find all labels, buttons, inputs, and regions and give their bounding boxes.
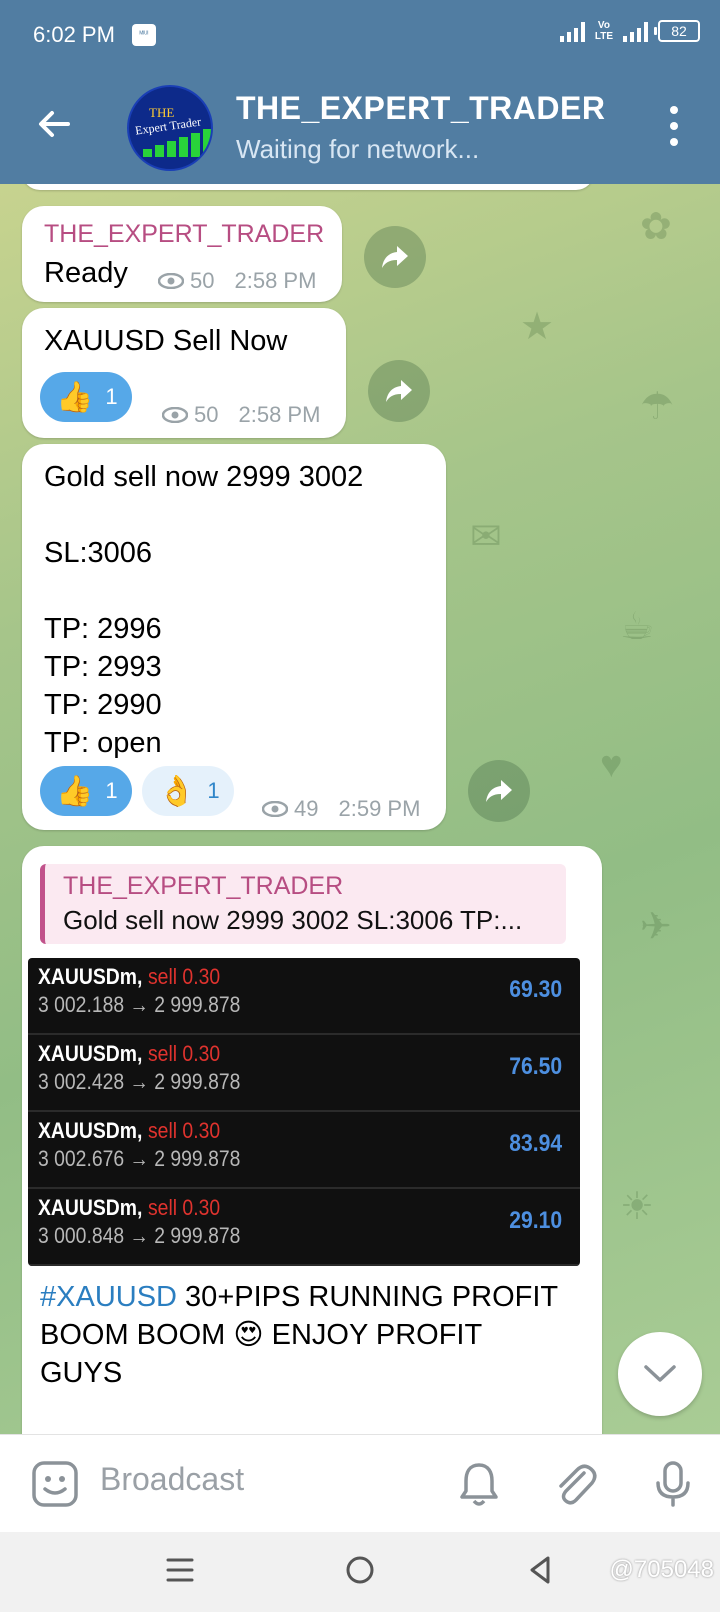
message-bubble-previous[interactable] <box>22 184 594 190</box>
view-count: 49 <box>294 796 319 821</box>
message-text: XAUUSD Sell Now <box>44 325 288 357</box>
message-meta: 50 2:58 PM <box>158 268 316 294</box>
message-sender[interactable]: THE_EXPERT_TRADER <box>44 220 324 249</box>
message-input[interactable]: Broadcast <box>100 1461 244 1498</box>
forward-icon <box>386 380 412 402</box>
wallpaper-doodle: ✈ <box>640 906 672 948</box>
forward-icon <box>382 246 408 268</box>
back-arrow-icon[interactable] <box>34 104 74 144</box>
trade-row: XAUUSDm, sell 0.30 3 002.188 → 2 999.878… <box>28 958 580 1035</box>
trade-prices: 3 000.848 → 2 999.878 <box>38 1223 241 1248</box>
watermark: @705048 <box>609 1556 714 1583</box>
trade-side: sell 0.30 <box>148 1118 221 1143</box>
forward-button[interactable] <box>364 226 426 288</box>
view-count: 50 <box>190 268 215 293</box>
reaction-ok-hand[interactable]: 👌 1 <box>142 766 234 816</box>
trade-symbol: XAUUSDm, <box>38 1041 143 1066</box>
scroll-down-button[interactable] <box>618 1332 702 1416</box>
reply-quote[interactable]: THE_EXPERT_TRADER Gold sell now 2999 300… <box>40 864 566 944</box>
sticker-icon[interactable] <box>28 1457 82 1511</box>
more-menu-icon[interactable] <box>668 106 680 146</box>
reaction-thumbs-up[interactable]: 👍 1 <box>40 372 132 422</box>
trades-screenshot[interactable]: XAUUSDm, sell 0.30 3 002.188 → 2 999.878… <box>28 958 580 1266</box>
message-bubble[interactable]: XAUUSD Sell Now 👍 1 50 2:58 PM <box>22 308 346 438</box>
wallpaper-doodle: ✿ <box>640 206 672 248</box>
signal-icon-2 <box>623 20 648 42</box>
trade-symbol: XAUUSDm, <box>38 1195 143 1220</box>
chat-area[interactable]: ✿ ★ ☂ ✉ ☕ ♥ ✈ ☀ THE_EXPERT_TRADER Ready … <box>0 184 720 1434</box>
recents-icon[interactable] <box>164 1554 196 1586</box>
trade-side: sell 0.30 <box>148 1195 221 1220</box>
trade-side: sell 0.30 <box>148 1041 221 1066</box>
battery-icon: 82 <box>654 20 700 42</box>
forward-button[interactable] <box>468 760 530 822</box>
forward-button[interactable] <box>368 360 430 422</box>
reaction-count: 1 <box>207 778 220 803</box>
trade-symbol: XAUUSDm, <box>38 964 143 989</box>
message-time: 2:59 PM <box>338 796 421 821</box>
status-icons: Vo LTE 82 <box>559 20 700 42</box>
signal-icon <box>559 20 585 42</box>
system-nav-bar: @705048 <box>0 1532 720 1612</box>
wallpaper-doodle: ☕ <box>620 606 655 648</box>
trade-pnl: 83.94 <box>509 1130 562 1157</box>
reaction-thumbs-up[interactable]: 👍 1 <box>40 766 132 816</box>
message-meta: 49 2:59 PM <box>262 796 420 822</box>
trade-row: XAUUSDm, sell 0.30 3 002.428 → 2 999.878… <box>28 1035 580 1112</box>
reaction-count: 1 <box>105 384 118 409</box>
message-bubble[interactable]: THE_EXPERT_TRADER Ready 50 2:58 PM <box>22 206 342 302</box>
composer-bar: Broadcast <box>0 1434 720 1532</box>
trade-side: sell 0.30 <box>148 964 221 989</box>
reaction-count: 1 <box>105 778 118 803</box>
trade-prices: 3 002.428 → 2 999.878 <box>38 1069 241 1094</box>
hashtag-link[interactable]: #XAUUSD <box>40 1281 177 1313</box>
avatar-bars-icon <box>143 129 211 157</box>
trade-pnl: 69.30 <box>509 976 562 1003</box>
views-eye-icon <box>158 273 184 289</box>
message-text: Gold sell now 2999 3002 SL:3006 TP: 2996… <box>44 461 364 759</box>
trade-pnl: 29.10 <box>509 1207 562 1234</box>
chevron-down-icon <box>644 1365 676 1382</box>
views-eye-icon <box>162 407 188 423</box>
message-bubble-reply[interactable]: THE_EXPERT_TRADER Gold sell now 2999 300… <box>22 846 602 1434</box>
channel-title[interactable]: THE_EXPERT_TRADER <box>236 90 605 127</box>
forward-icon <box>486 780 512 802</box>
channel-status: Waiting for network... <box>236 134 480 164</box>
quote-sender: THE_EXPERT_TRADER <box>63 872 344 900</box>
trade-pnl: 76.50 <box>509 1053 562 1080</box>
message-bubble[interactable]: Gold sell now 2999 3002 SL:3006 TP: 2996… <box>22 444 446 830</box>
status-bar: 6:02 PM ᴹᴵᵁᴵ Vo LTE 82 <box>0 0 720 72</box>
message-text: Ready <box>44 257 128 289</box>
message-time: 2:58 PM <box>234 268 317 293</box>
wallpaper-doodle: ✉ <box>470 516 502 558</box>
trade-prices: 3 002.676 → 2 999.878 <box>38 1146 241 1171</box>
message-meta: 50 2:58 PM <box>162 402 320 428</box>
message-time: 2:58 PM <box>238 402 321 427</box>
message-caption: #XAUUSD 30+PIPS RUNNING PROFIT BOOM BOOM… <box>40 1278 570 1392</box>
clock: 6:02 PM <box>33 22 115 47</box>
views-eye-icon <box>262 801 288 817</box>
wallpaper-doodle: ☀ <box>620 1186 655 1228</box>
bell-icon[interactable] <box>452 1457 506 1511</box>
notification-icon: ᴹᴵᵁᴵ <box>132 24 156 46</box>
trade-row: XAUUSDm, sell 0.30 3 000.848 → 2 999.878… <box>28 1189 580 1266</box>
home-icon[interactable] <box>344 1554 376 1586</box>
wallpaper-doodle: ♥ <box>600 744 623 786</box>
attach-icon[interactable] <box>548 1457 602 1511</box>
volte-icon: Vo LTE <box>594 20 613 42</box>
thumbs-up-icon: 👍 <box>56 774 94 808</box>
microphone-icon[interactable] <box>646 1457 700 1511</box>
channel-avatar[interactable]: THE Expert Trader <box>127 85 213 171</box>
trade-row: XAUUSDm, sell 0.30 3 002.676 → 2 999.878… <box>28 1112 580 1189</box>
wallpaper-doodle: ★ <box>520 306 555 348</box>
ok-hand-icon: 👌 <box>158 774 196 808</box>
wallpaper-doodle: ☂ <box>640 386 675 428</box>
back-triangle-icon[interactable] <box>524 1554 556 1586</box>
view-count: 50 <box>194 402 219 427</box>
trade-prices: 3 002.188 → 2 999.878 <box>38 992 241 1017</box>
thumbs-up-icon: 👍 <box>56 380 94 414</box>
chat-header: THE Expert Trader THE_EXPERT_TRADER Wait… <box>0 72 720 184</box>
quote-text: Gold sell now 2999 3002 SL:3006 TP:... <box>63 905 523 935</box>
trade-symbol: XAUUSDm, <box>38 1118 143 1143</box>
